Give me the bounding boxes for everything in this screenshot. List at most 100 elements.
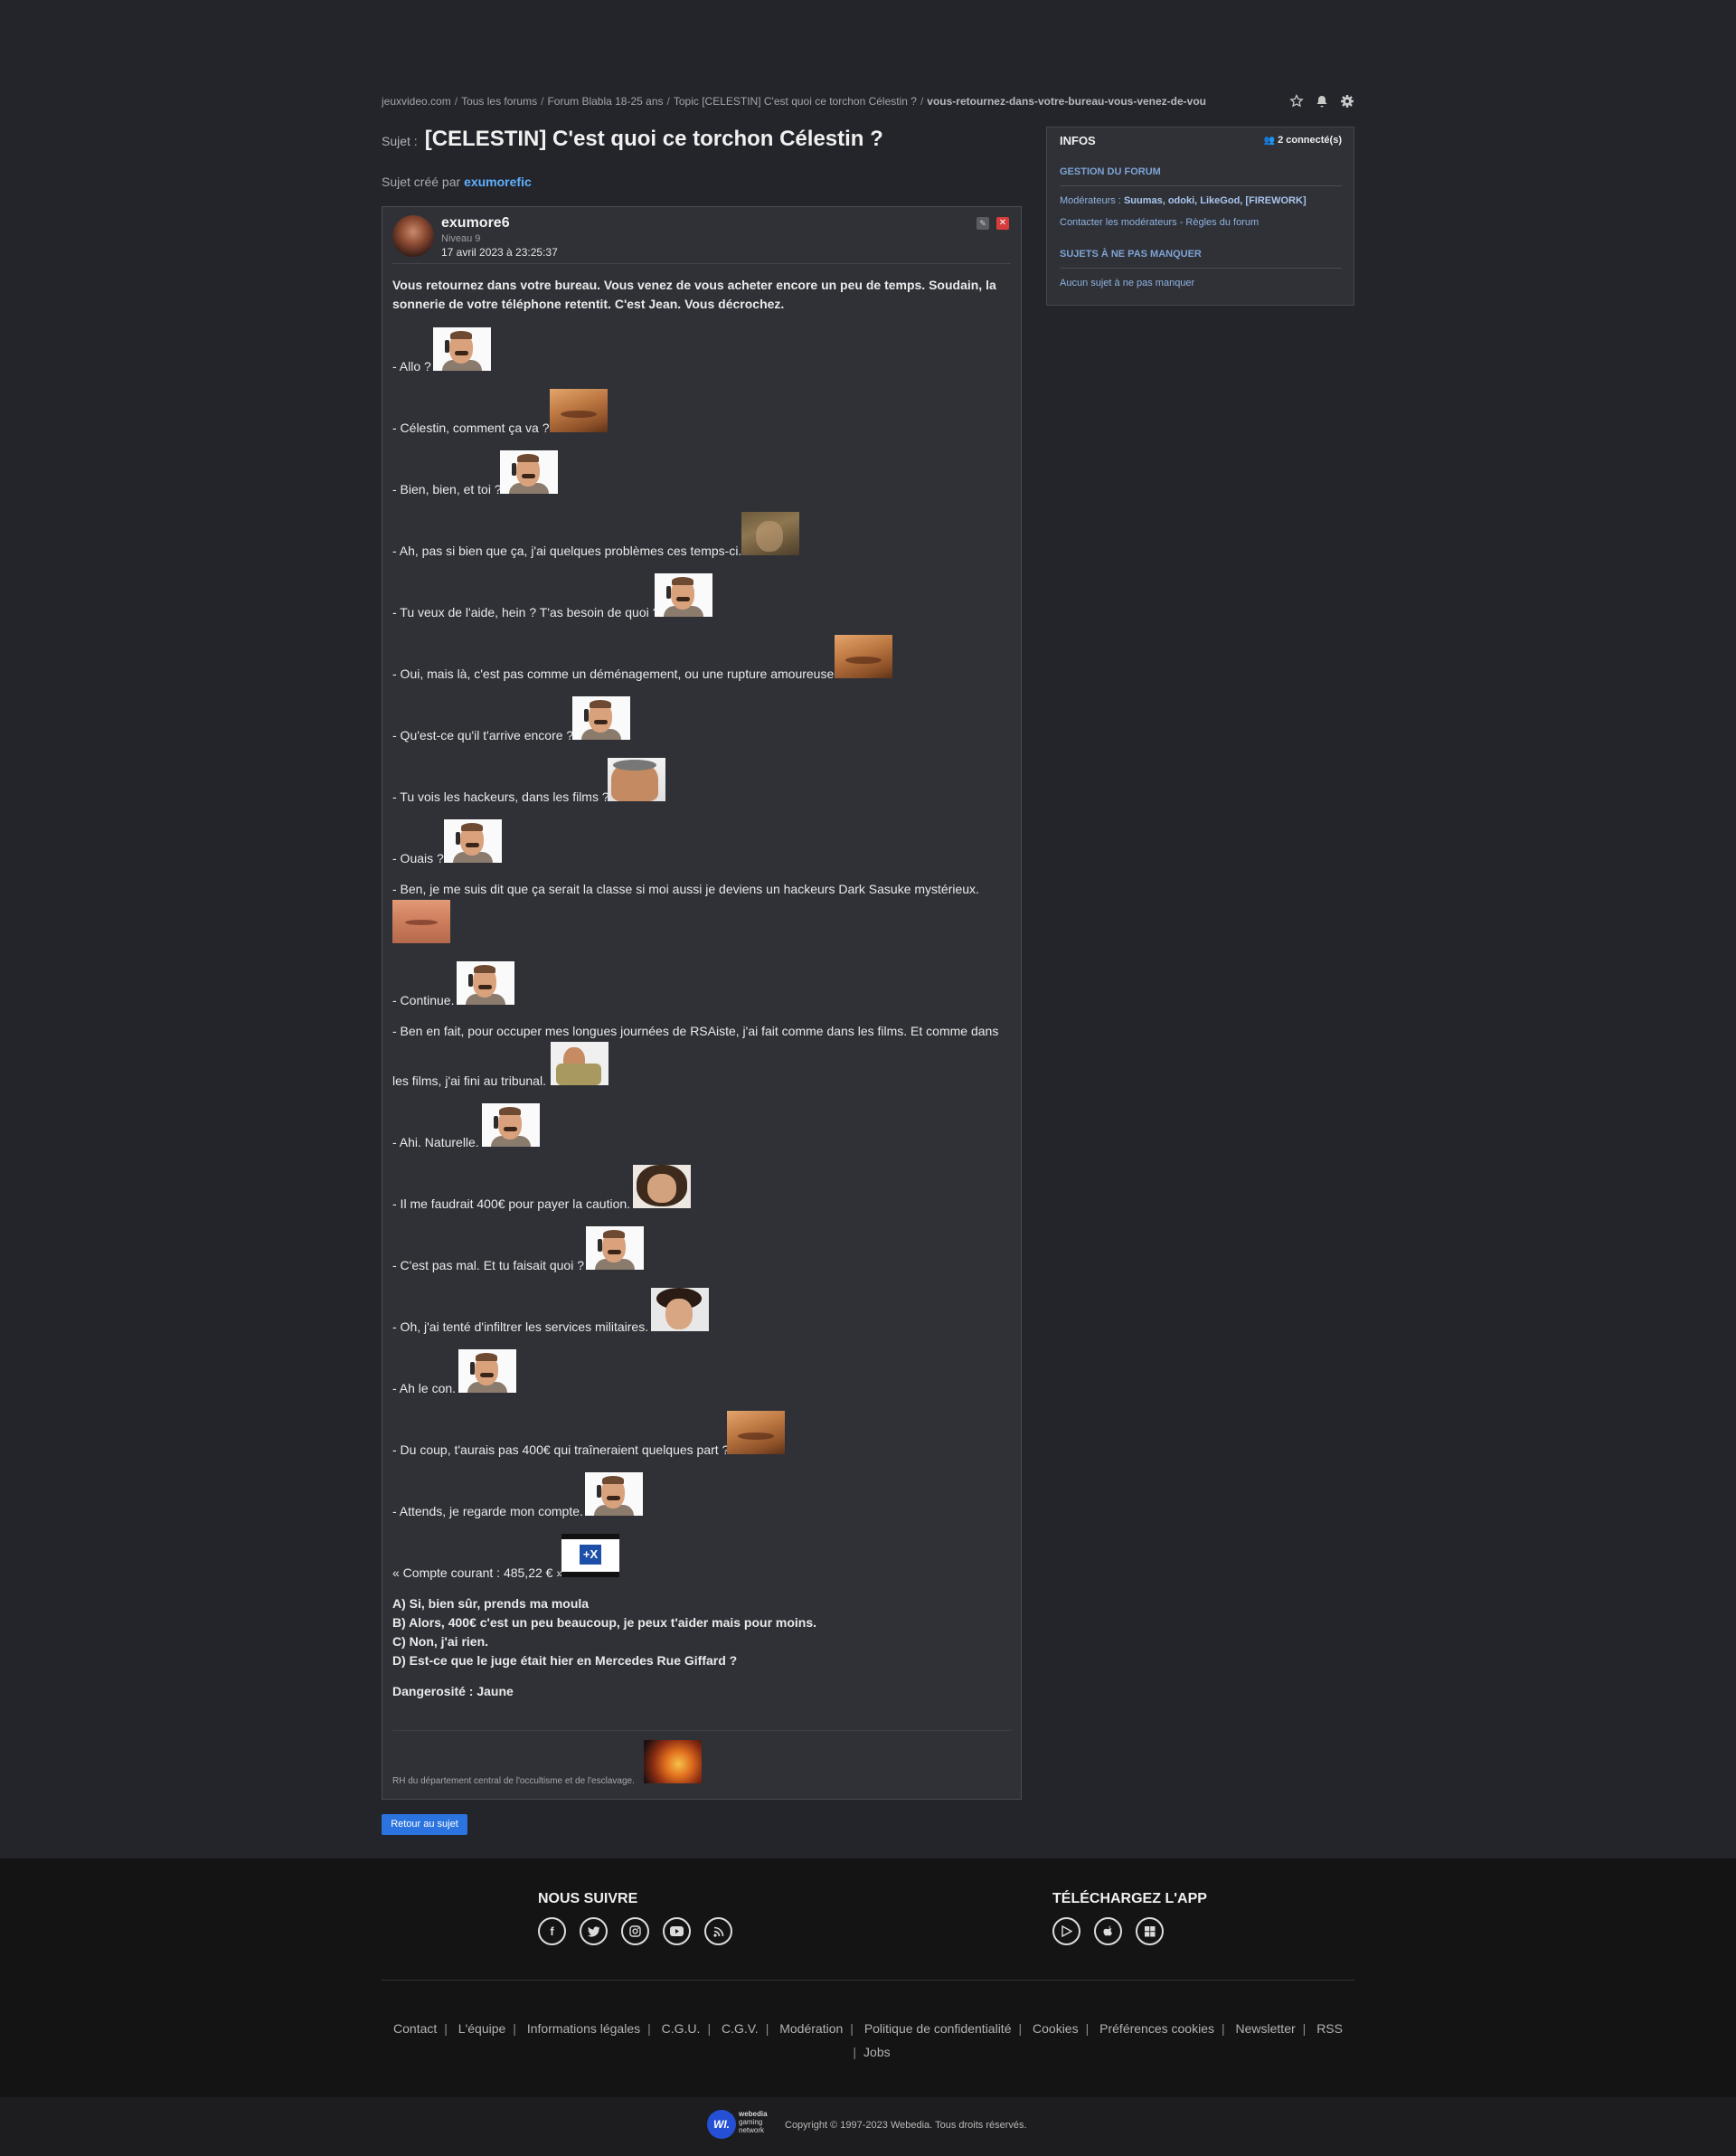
dialogue-line: - Oh, j'ai tenté d'infiltrer les service…: [392, 1319, 649, 1334]
instagram-icon[interactable]: [621, 1917, 649, 1945]
dialogue-line: - Ah, pas si bien que ça, j'ai quelques …: [392, 544, 742, 558]
risitas-phone-sticker: [444, 819, 502, 863]
choice-a: A) Si, bien sûr, prends ma moula: [392, 1596, 590, 1611]
sujets-title: SUJETS À NE PAS MANQUER: [1060, 249, 1202, 260]
post-actions: ✎ ✕: [976, 217, 1009, 230]
google-play-icon[interactable]: [1052, 1917, 1080, 1945]
contact-moderators-link[interactable]: Contacter les modérateurs: [1060, 217, 1177, 228]
breadcrumb-jeuxvideo[interactable]: jeuxvideo.com: [382, 95, 451, 108]
laughing-face-sticker: [550, 389, 608, 432]
section-divider: [1060, 185, 1342, 186]
footer-divider: [382, 1980, 1354, 1981]
edit-icon[interactable]: ✎: [976, 217, 989, 230]
back-to-topic-button[interactable]: Retour au sujet: [382, 1814, 467, 1835]
facebook-icon[interactable]: f: [538, 1917, 566, 1945]
dialogue-line: - C'est pas mal. Et tu faisait quoi ?: [392, 1258, 584, 1272]
post-date[interactable]: 17 avril 2023 à 23:25:37: [441, 246, 558, 259]
dialogue-line: - Ben, je me suis dit que ça serait la c…: [392, 882, 979, 896]
dialogue-line: - Tu veux de l'aide, hein ? T'as besoin …: [392, 605, 660, 619]
forum-rules-link[interactable]: Règles du forum: [1185, 217, 1259, 228]
copyright-text: Copyright © 1997-2023 Webedia. Tous droi…: [785, 2120, 1027, 2131]
footer-link-contact[interactable]: Contact: [393, 2021, 437, 2036]
danger-level: Dangerosité : Jaune: [392, 1684, 514, 1698]
dialogue-line: - Bien, bien, et toi ?: [392, 482, 502, 496]
social-icons: f: [538, 1917, 732, 1945]
app-title: TÉLÉCHARGEZ L'APP: [1052, 1891, 1207, 1906]
infos-title: INFOS: [1060, 134, 1096, 147]
risitas-phone-sticker: [572, 696, 630, 740]
breadcrumb-slug: vous-retournez-dans-votre-bureau-vous-ve…: [927, 95, 1207, 108]
footer-link-moderation[interactable]: Modération: [779, 2021, 843, 2036]
footer-links: Contact | L'équipe | Informations légales |…: [393, 2021, 1343, 2059]
footer-link-jobs[interactable]: Jobs: [863, 2045, 891, 2059]
post-signature: RH du département central de l'occultism…: [392, 1776, 635, 1786]
moderators-list[interactable]: Suumas, odoki, LikeGod, [FIREWORK]: [1124, 195, 1307, 206]
breadcrumb-all-forums[interactable]: Tous les forums: [461, 95, 537, 108]
grinning-face-sticker: [727, 1411, 785, 1454]
footer-link-cgu[interactable]: C.G.U.: [662, 2021, 701, 2036]
dialogue-line: les films, j'ai fini au tribunal.: [392, 1073, 546, 1088]
long-hair-man-sticker: [651, 1288, 709, 1331]
risitas-phone-sticker: [433, 327, 491, 371]
dialogue-line: - Ah le con.: [392, 1381, 457, 1395]
dialogue-line: - Ahi. Naturelle.: [392, 1135, 479, 1149]
youtube-icon[interactable]: [663, 1917, 691, 1945]
post-divider: [392, 263, 1011, 264]
old-man-sticker: [608, 758, 665, 801]
dialogue-line: - Ouais ?: [392, 851, 444, 865]
users-icon: 👥: [1263, 136, 1276, 146]
curly-hair-sticker: [633, 1165, 691, 1208]
apple-icon[interactable]: [1094, 1917, 1122, 1945]
gestion-title: GESTION DU FORUM: [1060, 166, 1161, 177]
webedia-brand-text: webedia gaming network: [739, 2110, 768, 2134]
dialogue-line: - Il me faudrait 400€ pour payer la caut…: [392, 1196, 631, 1211]
webedia-logo[interactable]: WI.: [707, 2110, 736, 2139]
gear-icon[interactable]: [1340, 94, 1354, 109]
post-author[interactable]: exumore6: [441, 215, 510, 232]
risitas-phone-sticker: [500, 450, 558, 494]
twitter-icon[interactable]: [580, 1917, 608, 1945]
footer-link-team[interactable]: L'équipe: [458, 2021, 506, 2036]
moderators-line: Modérateurs : Suumas, odoki, LikeGod, [F…: [1060, 195, 1307, 206]
worried-face-sticker: [741, 512, 799, 555]
sujets-none: Aucun sujet à ne pas manquer: [1060, 278, 1195, 288]
created-by-label: Sujet créé par: [382, 175, 461, 189]
footer-link-legal[interactable]: Informations légales: [527, 2021, 640, 2036]
star-icon[interactable]: [1289, 93, 1304, 109]
risitas-phone-sticker: [586, 1226, 644, 1270]
creator-link[interactable]: exumorefic: [464, 175, 532, 189]
dialogue-line: - Ben en fait, pour occuper mes longues …: [392, 1024, 999, 1038]
risitas-phone-sticker: [585, 1472, 643, 1516]
risitas-phone-sticker: [458, 1349, 516, 1393]
windows-icon[interactable]: [1136, 1917, 1164, 1945]
avatar[interactable]: [392, 215, 434, 257]
rss-icon[interactable]: [704, 1917, 732, 1945]
dialogue-line: - Allo ?: [392, 359, 431, 374]
risitas-phone-sticker: [655, 573, 712, 617]
post-intro-line: Vous retournez dans votre bureau. Vous v…: [392, 278, 996, 292]
footer-link-rss[interactable]: RSS: [1316, 2021, 1343, 2036]
choice-d: D) Est-ce que le juge était hier en Merc…: [392, 1653, 738, 1668]
breadcrumb-forum[interactable]: Forum Blabla 18-25 ans: [547, 95, 663, 108]
infos-panel: INFOS 👥 2 connecté(s) GESTION DU FORUM M…: [1046, 127, 1354, 306]
bank-logo-sticker: +X: [561, 1534, 619, 1577]
app-icons: [1052, 1917, 1164, 1945]
section-divider: [1060, 268, 1342, 269]
connected-label: 2 connecté(s): [1278, 135, 1342, 146]
smirk-face-sticker: [835, 635, 892, 678]
post-header: exumore6 Niveau 9 17 avril 2023 à 23:25:…: [392, 215, 1011, 259]
footer-link-cookie-prefs[interactable]: Préférences cookies: [1099, 2021, 1214, 2036]
post-author-level: Niveau 9: [441, 233, 481, 244]
breadcrumb: jeuxvideo.com / Tous les forums / Forum Bl…: [382, 93, 1354, 109]
footer-link-cgv[interactable]: C.G.V.: [722, 2021, 759, 2036]
breadcrumb-topic[interactable]: Topic [CELESTIN] C'est quoi ce torchon C…: [674, 95, 917, 108]
footer-link-cookies[interactable]: Cookies: [1033, 2021, 1079, 2036]
footer-link-privacy[interactable]: Politique de confidentialité: [864, 2021, 1012, 2036]
footer-link-newsletter[interactable]: Newsletter: [1236, 2021, 1296, 2036]
bell-icon[interactable]: [1315, 94, 1329, 109]
dialogue-line: - Continue.: [392, 993, 455, 1007]
page-title: [CELESTIN] C'est quoi ce torchon Célesti…: [424, 127, 883, 151]
closeup-mouth-sticker: [392, 900, 450, 943]
dialogue-line: - Qu'est-ce qu'il t'arrive encore ?: [392, 728, 574, 742]
delete-icon[interactable]: ✕: [996, 217, 1009, 230]
